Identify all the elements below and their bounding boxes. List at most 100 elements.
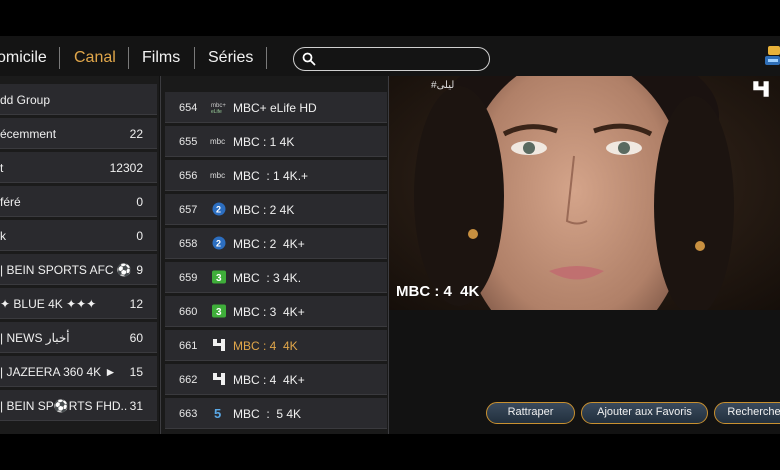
svg-text:2: 2 xyxy=(216,205,221,215)
group-label: écemment xyxy=(0,127,57,141)
group-item-lock[interactable]: k 0 xyxy=(0,220,157,251)
channel-number: 661 xyxy=(179,340,198,352)
channel-item-selected[interactable]: 661 MBC : 4 4K xyxy=(165,330,387,361)
group-item-add[interactable]: dd Group xyxy=(0,84,157,115)
group-label: t xyxy=(0,161,4,175)
channel-name: MBC+ eLife HD xyxy=(233,101,317,115)
search-button[interactable]: Recherche xyxy=(714,402,780,424)
group-count: 12302 xyxy=(109,161,143,175)
channel-item[interactable]: 662 MBC : 4 4K+ xyxy=(165,364,387,395)
svg-text:eLife: eLife xyxy=(211,109,222,114)
mbc4-logo-icon xyxy=(213,339,225,351)
channel-number: 656 xyxy=(179,170,198,182)
nav-tab-series[interactable]: Séries xyxy=(208,49,253,67)
group-label: féré xyxy=(0,195,21,209)
top-nav: omicile Canal Films Séries xyxy=(0,36,780,76)
group-label: | BEIN SP⚽RTS FHD.. xyxy=(0,399,128,413)
channel-name: MBC : 2 4K+ xyxy=(233,237,305,251)
search-input[interactable] xyxy=(322,50,482,68)
group-label: k xyxy=(0,229,6,243)
group-item-bein-sports-fhd[interactable]: | BEIN SP⚽RTS FHD.. 31 xyxy=(0,390,157,421)
add-to-favorites-button[interactable]: Ajouter aux Favoris xyxy=(581,402,708,424)
group-item-jazeera-360[interactable]: | JAZEERA 360 4K ► 15 xyxy=(0,356,157,387)
channel-item[interactable]: 663 5 MBC : 5 4K xyxy=(165,398,387,429)
nav-tab-canal[interactable]: Canal xyxy=(74,49,116,67)
mbc4-logo-icon xyxy=(213,373,225,385)
group-label: | BEIN SPORTS AFC ⚽ xyxy=(0,263,132,277)
preview-channel-title: MBC : 4 4K xyxy=(396,283,480,300)
nav-tab-films[interactable]: Films xyxy=(142,49,180,67)
group-count: 0 xyxy=(136,195,143,209)
video-frame-image xyxy=(389,76,780,310)
group-label: ✦ BLUE 4K ✦✦✦ xyxy=(0,297,97,311)
channel-name: MBC : 3 4K+ xyxy=(233,305,305,319)
group-item-recent[interactable]: écemment 22 xyxy=(0,118,157,149)
channel-number: 654 xyxy=(179,102,198,114)
nav-divider xyxy=(194,47,195,69)
mbc2-logo-icon: 2 xyxy=(212,236,226,250)
svg-text:3: 3 xyxy=(216,273,222,284)
mbc-logo-icon: mbc xyxy=(210,137,225,146)
mbc4-logo-icon xyxy=(753,81,769,97)
svg-text:5: 5 xyxy=(214,406,221,420)
channel-number: 657 xyxy=(179,204,198,216)
channel-item[interactable]: 656 mbc MBC : 1 4K.+ xyxy=(165,160,387,191)
mbc5-logo-icon: 5 xyxy=(214,406,221,420)
group-item-bein-sports-afc[interactable]: | BEIN SPORTS AFC ⚽ 9 xyxy=(0,254,157,285)
nav-divider xyxy=(59,47,60,69)
group-item-news[interactable]: | NEWS أخبار 60 xyxy=(0,322,157,353)
group-item-blue-4k[interactable]: ✦ BLUE 4K ✦✦✦ 12 xyxy=(0,288,157,319)
mbc3-logo-icon: 3 xyxy=(212,270,226,284)
channel-item[interactable]: 660 3 MBC : 3 4K+ xyxy=(165,296,387,327)
app-logo xyxy=(765,46,780,65)
mbc-plus-elife-logo-icon: mbc+eLife xyxy=(211,103,226,114)
group-label: | NEWS أخبار xyxy=(0,331,70,345)
group-list: dd Group écemment 22 t 12302 féré 0 k 0 … xyxy=(0,76,159,434)
svg-text:mbc: mbc xyxy=(210,171,225,180)
group-count: 15 xyxy=(129,365,143,379)
mbc-logo-icon: mbc xyxy=(210,171,225,180)
channel-list: 654 mbc+ eLife MBC+ eLife HD 655 mbc MBC … xyxy=(160,76,389,434)
group-item-all[interactable]: t 12302 xyxy=(0,152,157,183)
channel-number: 655 xyxy=(179,136,198,148)
nav-tab-home[interactable]: omicile xyxy=(0,49,47,67)
svg-text:mbc: mbc xyxy=(210,137,225,146)
nav-divider xyxy=(266,47,267,69)
channel-name: MBC : 2 4K xyxy=(233,203,295,217)
svg-text:2: 2 xyxy=(216,239,221,249)
group-count: 0 xyxy=(136,229,143,243)
channel-name: MBC : 1 4K.+ xyxy=(233,169,309,183)
group-count: 22 xyxy=(129,127,143,141)
group-count: 31 xyxy=(129,399,143,413)
search-box[interactable] xyxy=(293,47,490,71)
mbc2-logo-icon: 2 xyxy=(212,202,226,216)
svg-text:3: 3 xyxy=(216,307,222,318)
catchup-button[interactable]: Rattraper xyxy=(486,402,575,424)
channel-number: 659 xyxy=(179,272,198,284)
channel-item[interactable]: 657 2 MBC : 2 4K xyxy=(165,194,387,225)
group-count: 9 xyxy=(136,263,143,277)
channel-name: MBC : 4 4K xyxy=(233,339,298,353)
channel-item[interactable]: 654 mbc+ eLife MBC+ eLife HD xyxy=(165,92,387,123)
mbc3-logo-icon: 3 xyxy=(212,304,226,318)
channel-item[interactable]: 655 mbc MBC : 1 4K xyxy=(165,126,387,157)
channel-number: 660 xyxy=(179,306,198,318)
group-item-favorites[interactable]: féré 0 xyxy=(0,186,157,217)
channel-name: MBC : 4 4K+ xyxy=(233,373,305,387)
group-count: 60 xyxy=(129,331,143,345)
group-label: dd Group xyxy=(0,93,51,107)
preview-overlay-text: #ليلى xyxy=(431,80,455,91)
group-label: | JAZEERA 360 4K ► xyxy=(0,365,117,379)
channel-name: MBC : 1 4K xyxy=(233,135,295,149)
channel-name: MBC : 5 4K xyxy=(233,407,302,421)
search-icon xyxy=(302,52,316,66)
app-frame: omicile Canal Films Séries dd Group écem… xyxy=(0,36,780,434)
group-count: 12 xyxy=(129,297,143,311)
nav-divider xyxy=(128,47,129,69)
channel-number: 658 xyxy=(179,238,198,250)
channel-item[interactable]: 658 2 MBC : 2 4K+ xyxy=(165,228,387,259)
channel-item[interactable]: 659 3 MBC : 3 4K. xyxy=(165,262,387,293)
channel-name: MBC : 3 4K. xyxy=(233,271,302,285)
video-preview[interactable]: #ليلى xyxy=(389,76,780,310)
channel-number: 663 xyxy=(179,408,198,420)
